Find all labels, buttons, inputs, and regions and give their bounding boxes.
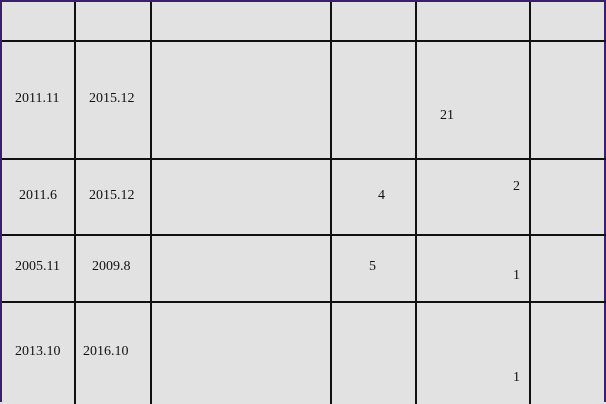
row-divider xyxy=(2,234,606,236)
end-date-cell: 2015.12 xyxy=(89,188,135,203)
column-divider xyxy=(415,2,417,404)
column-divider xyxy=(529,2,531,404)
row-divider xyxy=(2,40,606,42)
count-cell: 1 xyxy=(513,268,520,283)
start-date-cell: 2011.11 xyxy=(15,91,60,106)
start-date-cell: 2011.6 xyxy=(19,188,57,203)
start-date-cell: 2013.10 xyxy=(15,344,61,359)
end-date-cell: 2015.12 xyxy=(89,91,135,106)
column-divider xyxy=(150,2,152,404)
count-cell: 2 xyxy=(513,179,520,194)
value-cell: 5 xyxy=(369,259,376,274)
start-date-cell: 2005.11 xyxy=(15,259,60,274)
count-cell: 21 xyxy=(440,108,454,123)
row-divider xyxy=(2,301,606,303)
data-table: 2011.11 2015.12 21 2011.6 2015.12 4 2 20… xyxy=(0,0,606,404)
column-divider xyxy=(74,2,76,404)
end-date-cell: 2016.10 xyxy=(83,344,129,359)
row-divider xyxy=(2,158,606,160)
value-cell: 4 xyxy=(378,188,385,203)
end-date-cell: 2009.8 xyxy=(92,259,131,274)
column-divider xyxy=(330,2,332,404)
count-cell: 1 xyxy=(513,370,520,385)
